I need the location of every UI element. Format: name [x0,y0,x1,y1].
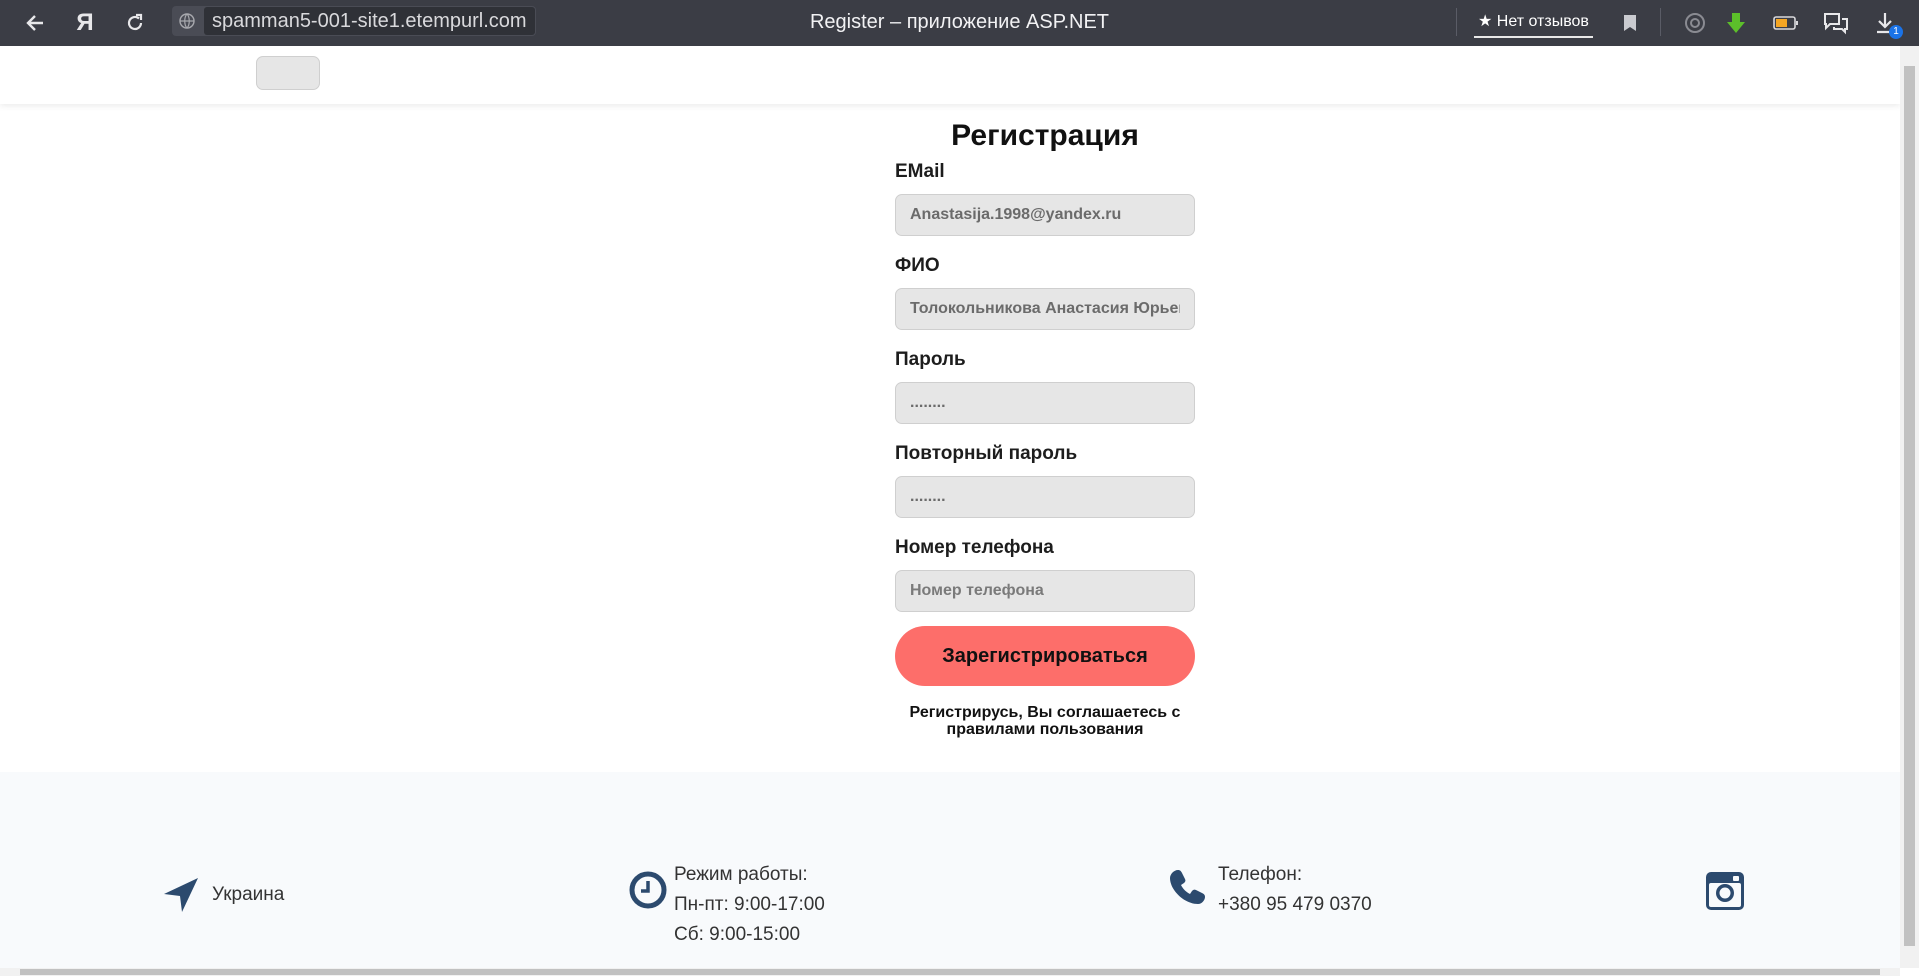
toolbar-separator [1456,8,1457,36]
register-button[interactable]: Зарегистрироваться [895,626,1195,686]
back-icon [26,15,43,31]
horizontal-scrollbar[interactable] [0,968,1900,976]
alice-button[interactable] [1679,7,1711,39]
bookmark-icon [1624,15,1636,31]
chat-icon [1824,13,1848,35]
email-field[interactable] [895,194,1195,236]
repeat-password-field[interactable] [895,476,1195,518]
terms-text: Регистрирусь, Вы соглашаетесь с правилам… [909,704,1181,738]
vertical-scrollbar[interactable] [1900,46,1919,968]
phone-label: Номер телефона [895,537,1054,558]
bookmark-button[interactable] [1614,7,1646,39]
download-extension-button[interactable] [1720,7,1752,39]
reload-icon [127,13,143,31]
browser-toolbar: Я spamman5-001-site1.etempurl.com Regist… [0,0,1919,46]
menu-toggle-button[interactable] [256,56,320,90]
battery-icon [1773,16,1798,30]
location-text: Украина [212,884,285,905]
toolbar-separator [1660,8,1661,36]
password-label: Пароль [895,349,966,370]
page-title: Регистрация [951,119,1139,152]
location-arrow-icon [164,878,198,912]
downloads-badge: 1 [1889,25,1903,39]
instagram-icon [1706,872,1744,910]
hours-saturday: Сб: 9:00-15:00 [674,924,801,945]
downloads-button[interactable]: 1 [1869,7,1903,39]
alice-icon [1685,13,1705,33]
site-footer: Украина Режим работы: Пн-пт: 9:00-17:00 … [0,772,1900,968]
phone-number[interactable]: +380 95 479 0370 [1218,890,1372,920]
reviews-button[interactable]: ★ Нет отзывов [1474,6,1593,38]
address-bar[interactable]: spamman5-001-site1.etempurl.com [172,6,536,36]
phone-icon [1170,870,1205,904]
url-text[interactable]: spamman5-001-site1.etempurl.com [204,7,535,35]
footer-location: Украина [162,876,284,914]
phone-field[interactable] [895,570,1195,612]
yandex-logo-icon: Я [76,9,94,36]
phone-title: Телефон: [1218,864,1303,885]
repeat-password-label: Повторный пароль [895,443,1078,464]
horizontal-scrollbar-thumb[interactable] [20,969,1880,975]
vertical-scrollbar-thumb[interactable] [1904,66,1915,946]
fio-label: ФИО [895,255,940,276]
hours-title: Режим работы: [674,864,808,885]
email-label: EMail [895,161,945,182]
battery-button[interactable] [1770,7,1802,39]
instagram-link[interactable] [1706,872,1744,910]
registration-form: Регистрация EMail ФИО Пароль Повторный п… [895,114,1195,738]
password-field[interactable] [895,382,1195,424]
chat-button[interactable] [1820,7,1852,39]
site-header [0,46,1900,104]
reload-button[interactable] [118,6,152,40]
download-arrow-icon [1727,13,1745,33]
footer-phone: Телефон: +380 95 479 0370 [1170,860,1372,920]
site-info-icon[interactable] [172,6,202,36]
back-button[interactable] [18,6,52,40]
yandex-home-button[interactable]: Я [68,6,102,40]
footer-hours: Режим работы: Пн-пт: 9:00-17:00 Сб: 9:00… [628,860,825,950]
fio-field[interactable] [895,288,1195,330]
clock-icon [629,871,667,909]
hours-weekdays: Пн-пт: 9:00-17:00 [674,894,825,915]
page-viewport: Регистрация EMail ФИО Пароль Повторный п… [0,46,1900,968]
